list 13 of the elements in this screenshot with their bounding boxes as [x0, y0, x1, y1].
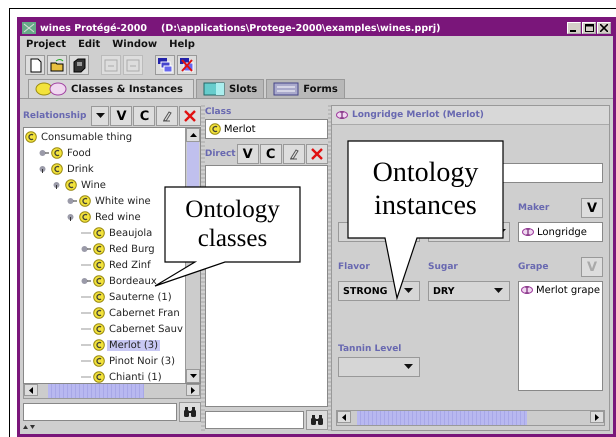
grape-label: Grape — [518, 262, 548, 272]
flavor-label: Flavor — [338, 262, 370, 272]
maker-label: Maker — [518, 203, 550, 213]
window-title: wines Protégé-2000 — [40, 22, 147, 34]
class-label: Class — [204, 107, 232, 117]
relationship-label: Relationship — [23, 111, 86, 121]
tannin-label: Tannin Level — [338, 344, 402, 354]
sugar-label: Sugar — [428, 262, 458, 272]
class-field: Merlot — [204, 119, 328, 139]
instance-title: Longridge Merlot (Merlot) — [352, 110, 484, 120]
project-path: (D:\applications\Protege-2000\examples\wines.pprj) — [161, 22, 440, 34]
maker-field: Longridge — [518, 222, 603, 242]
direct-label: Direct — [204, 149, 236, 159]
